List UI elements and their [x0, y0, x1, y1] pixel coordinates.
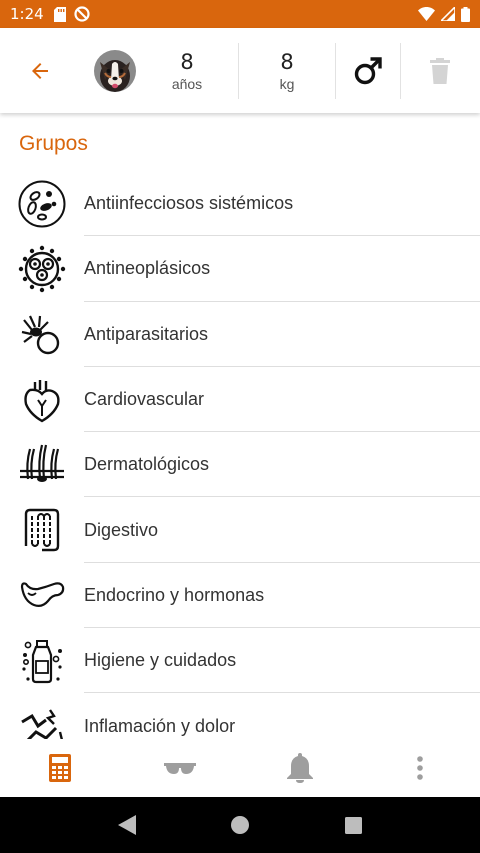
wifi-icon	[418, 7, 435, 21]
glasses-icon	[164, 763, 196, 774]
list-item[interactable]: Cardiovascular	[0, 367, 480, 433]
skin-icon	[20, 444, 64, 482]
nav-calculator[interactable]	[0, 739, 120, 797]
pet-avatar[interactable]	[94, 49, 136, 92]
delete-button[interactable]	[401, 28, 479, 113]
system-home-button[interactable]	[220, 805, 260, 845]
more-vertical-icon	[417, 756, 423, 780]
back-button[interactable]	[0, 28, 80, 113]
heart-icon	[24, 379, 60, 422]
sd-card-icon	[53, 6, 66, 22]
system-navigation-bar	[0, 797, 480, 853]
list-item-label: Endocrino y hormonas	[84, 584, 265, 605]
bottle-icon	[22, 639, 62, 683]
age-stat[interactable]: 8 años	[136, 43, 238, 99]
list-item[interactable]: Antineoplásicos	[0, 236, 480, 302]
section-title: Grupos	[19, 132, 88, 155]
cell-icon	[18, 245, 66, 293]
list-item[interactable]: Digestivo	[0, 497, 480, 564]
status-time: 1:24	[10, 5, 44, 23]
circle-home-icon	[230, 816, 249, 834]
list-item[interactable]: Antiparasitarios	[0, 302, 480, 368]
square-recents-icon	[344, 816, 362, 834]
joint-pain-icon	[21, 709, 63, 739]
signal-icon	[441, 7, 455, 21]
status-notification-icons	[53, 6, 90, 22]
list-item[interactable]: Endocrino y hormonas	[0, 563, 480, 629]
status-bar: 1:24	[0, 0, 480, 28]
list-item-label: Dermatológicos	[84, 454, 210, 475]
bacteria-icon	[18, 180, 66, 228]
dog-avatar-icon	[94, 49, 136, 92]
age-unit: años	[171, 75, 203, 92]
list-item-label: Inflamación y dolor	[84, 715, 236, 736]
nav-more[interactable]	[360, 739, 480, 797]
list-item[interactable]: Antiinfecciosos sistémicos	[0, 171, 480, 237]
age-value: 8	[180, 49, 194, 74]
list-item[interactable]: Dermatológicos	[0, 432, 480, 498]
system-recents-button[interactable]	[333, 805, 373, 845]
list-item[interactable]: Higiene y cuidados	[0, 628, 480, 694]
bell-icon	[287, 753, 313, 783]
system-back-button[interactable]	[107, 805, 147, 845]
list-item[interactable]: Inflamación y dolor	[0, 693, 480, 739]
list-item-label: Antiinfecciosos sistémicos	[84, 193, 294, 214]
list-item-label: Cardiovascular	[84, 389, 205, 410]
tick-icon	[21, 315, 60, 355]
list-item-label: Higiene y cuidados	[84, 650, 237, 671]
status-system-icons	[418, 6, 470, 22]
do-not-disturb-icon	[74, 6, 90, 22]
battery-icon	[461, 6, 470, 22]
list-item-label: Antiparasitarios	[84, 323, 209, 344]
weight-value: 8	[280, 49, 294, 74]
arrow-left-icon	[32, 62, 48, 79]
bottom-navigation	[0, 739, 480, 797]
pet-header: 8 años 8 kg	[0, 28, 480, 113]
triangle-back-icon	[117, 815, 136, 835]
list-item-label: Antineoplásicos	[84, 258, 211, 279]
weight-unit: kg	[279, 75, 295, 92]
gender-button[interactable]	[336, 28, 400, 113]
pancreas-icon	[20, 582, 65, 608]
male-icon	[354, 56, 382, 84]
intestine-icon	[24, 508, 60, 552]
trash-icon	[430, 57, 450, 84]
nav-notifications[interactable]	[240, 739, 360, 797]
nav-glasses[interactable]	[120, 739, 240, 797]
list-item-label: Digestivo	[84, 519, 159, 540]
calculator-icon	[49, 754, 71, 782]
weight-stat[interactable]: 8 kg	[239, 43, 335, 99]
groups-list: Antiinfecciosos sistémicos Antineoplásic…	[0, 171, 480, 739]
